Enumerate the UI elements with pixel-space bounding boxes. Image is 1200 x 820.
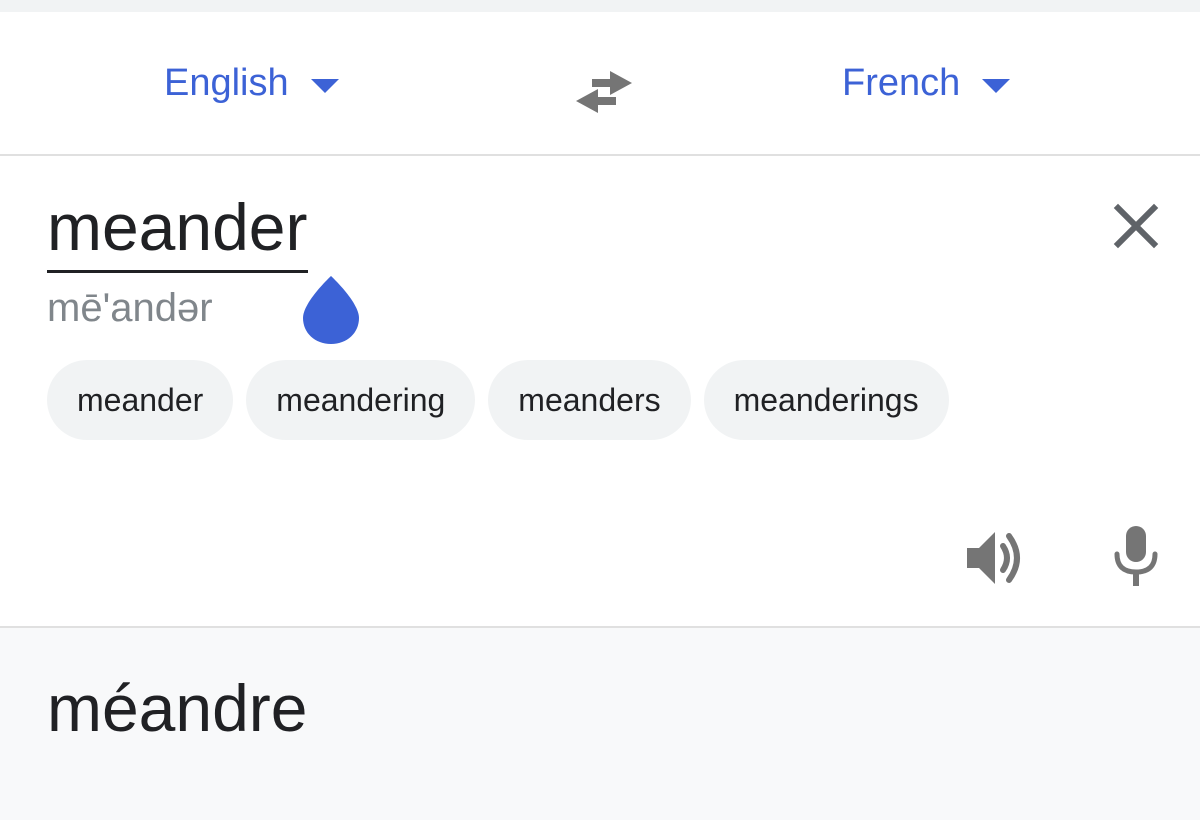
chevron-down-icon bbox=[982, 79, 1011, 93]
translated-text: méandre bbox=[47, 671, 308, 745]
voice-input-button[interactable] bbox=[1104, 520, 1168, 592]
target-language-label: French bbox=[842, 61, 961, 104]
source-language-selector[interactable]: English bbox=[164, 56, 339, 110]
swap-arrows-icon bbox=[576, 71, 632, 113]
phonetic-transcription: mē'andər bbox=[47, 286, 213, 330]
suggestion-chip[interactable]: meanders bbox=[488, 360, 691, 440]
target-language-selector[interactable]: French bbox=[842, 56, 1011, 110]
microphone-icon bbox=[1114, 526, 1158, 586]
translation-output-area: méandre bbox=[0, 628, 1200, 820]
suggestion-chip[interactable]: meander bbox=[47, 360, 234, 440]
swap-languages-button[interactable] bbox=[568, 56, 640, 128]
suggestion-chips: meander meandering meanders meanderings bbox=[47, 360, 949, 440]
speaker-icon bbox=[967, 532, 1020, 584]
source-text-input[interactable]: meander bbox=[47, 194, 308, 273]
suggestion-chip[interactable]: meandering bbox=[246, 360, 476, 440]
status-bar-edge bbox=[0, 0, 1200, 12]
source-input-area[interactable]: meander mē'andər meander meandering mean… bbox=[0, 156, 1200, 628]
listen-button[interactable] bbox=[962, 524, 1030, 592]
close-icon bbox=[1113, 203, 1159, 249]
source-language-label: English bbox=[164, 61, 289, 104]
chevron-down-icon bbox=[310, 79, 339, 93]
text-cursor-handle-icon[interactable] bbox=[301, 274, 361, 344]
suggestion-chip[interactable]: meanderings bbox=[703, 360, 949, 440]
clear-input-button[interactable] bbox=[1106, 196, 1166, 256]
language-bar: English French bbox=[0, 12, 1200, 156]
